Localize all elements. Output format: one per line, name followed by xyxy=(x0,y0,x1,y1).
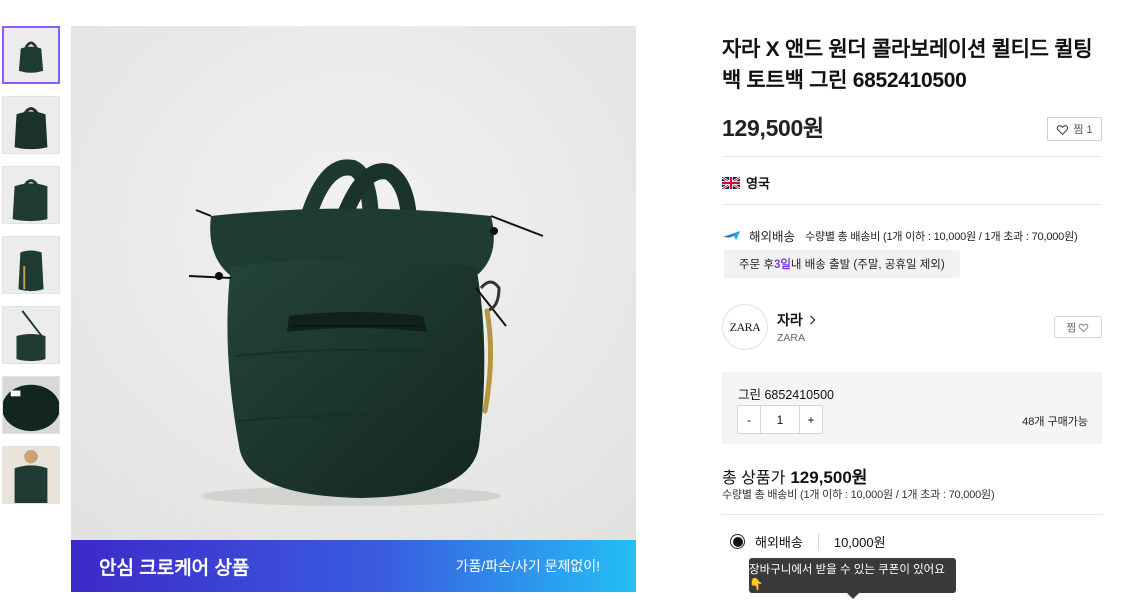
dispatch-days: 3일 xyxy=(773,259,791,271)
heart-icon xyxy=(1079,323,1089,332)
dispatch-post: 내 배송 출발 (주말, 공휴일 제외) xyxy=(790,259,945,271)
thumbnail-4[interactable] xyxy=(2,236,60,294)
origin-country: 영국 xyxy=(722,173,770,192)
divider xyxy=(817,533,819,550)
origin-label: 영국 xyxy=(746,176,770,191)
brand-name: 자라 xyxy=(777,312,803,328)
dispatch-pre: 주문 후 xyxy=(739,259,774,271)
heart-icon xyxy=(1057,124,1069,135)
brand-subtitle: ZARA xyxy=(777,332,806,344)
brand-wish-button[interactable]: 찜 xyxy=(1054,316,1102,338)
airplane-icon xyxy=(722,230,741,240)
thumbnail-5[interactable] xyxy=(2,306,60,364)
thumbnail-6[interactable] xyxy=(2,376,60,434)
shipping-detail: 수량별 총 배송비 (1개 이하 : 10,000원 / 1개 초과 : 70,… xyxy=(805,230,1078,243)
stock-count: 48개 구매가능 xyxy=(1022,416,1088,428)
banner-subtitle: 가품/파손/사기 문제없이! xyxy=(455,558,600,574)
shipping-option[interactable]: 해외배송 10,000원 xyxy=(730,532,886,551)
quantity-input[interactable]: 1 xyxy=(760,406,800,433)
shipping-option-price: 10,000원 xyxy=(833,535,886,550)
total-price: 총 상품가 129,500원 xyxy=(722,463,867,488)
thumbnail-2[interactable] xyxy=(2,96,60,154)
divider xyxy=(722,156,1102,157)
product-info-panel: 자라 X 앤드 원더 콜라보레이션 퀼티드 퀼팅 백 토트백 그린 685241… xyxy=(722,0,1102,601)
quantity-minus-button[interactable]: - xyxy=(738,406,760,433)
thumbnail-7[interactable] xyxy=(2,446,60,504)
uk-flag-icon xyxy=(722,176,740,189)
shipping-option-label: 해외배송 xyxy=(755,535,803,550)
quantity-stepper: - 1 + xyxy=(737,405,823,434)
banner-title: 안심 크로케어 상품 xyxy=(99,557,250,579)
brand-logo[interactable]: ZARA xyxy=(722,304,768,350)
brand-link[interactable]: 자라 xyxy=(777,310,817,330)
shipping-label: 해외배송 xyxy=(749,230,796,244)
quantity-plus-button[interactable]: + xyxy=(800,406,822,433)
chevron-right-icon xyxy=(809,315,816,325)
product-title: 자라 X 앤드 원더 콜라보레이션 퀼티드 퀼팅 백 토트백 그린 685241… xyxy=(722,38,1093,92)
safe-care-banner[interactable]: 안심 크로케어 상품 가품/파손/사기 문제없이! xyxy=(71,540,636,592)
total-shipping-detail: 수량별 총 배송비 (1개 이하 : 10,000원 / 1개 초과 : 70,… xyxy=(722,489,995,501)
dispatch-info: 주문 후 3일 내 배송 출발 (주말, 공휴일 제외) xyxy=(724,250,960,278)
divider xyxy=(722,204,1102,205)
wish-label: 찜 1 xyxy=(1073,124,1093,136)
total-amount: 129,500원 xyxy=(790,468,868,487)
thumbnail-1[interactable] xyxy=(2,26,60,84)
total-label: 총 상품가 xyxy=(722,470,786,487)
shipping-info: 해외배송 수량별 총 배송비 (1개 이하 : 10,000원 / 1개 초과 … xyxy=(722,226,1078,245)
selected-option: 그린 6852410500 - 1 + 48개 구매가능 xyxy=(722,372,1102,444)
product-price: 129,500원 xyxy=(722,115,824,141)
option-name: 그린 6852410500 xyxy=(738,388,834,402)
brand-wish-label: 찜 xyxy=(1066,321,1077,334)
wish-button[interactable]: 찜 1 xyxy=(1047,117,1102,141)
coupon-tooltip: 장바구니에서 받을 수 있는 쿠폰이 있어요👇 xyxy=(749,558,956,599)
main-product-image xyxy=(71,26,636,540)
thumbnail-3[interactable] xyxy=(2,166,60,224)
shipping-radio[interactable] xyxy=(730,534,745,549)
divider xyxy=(722,514,1102,515)
